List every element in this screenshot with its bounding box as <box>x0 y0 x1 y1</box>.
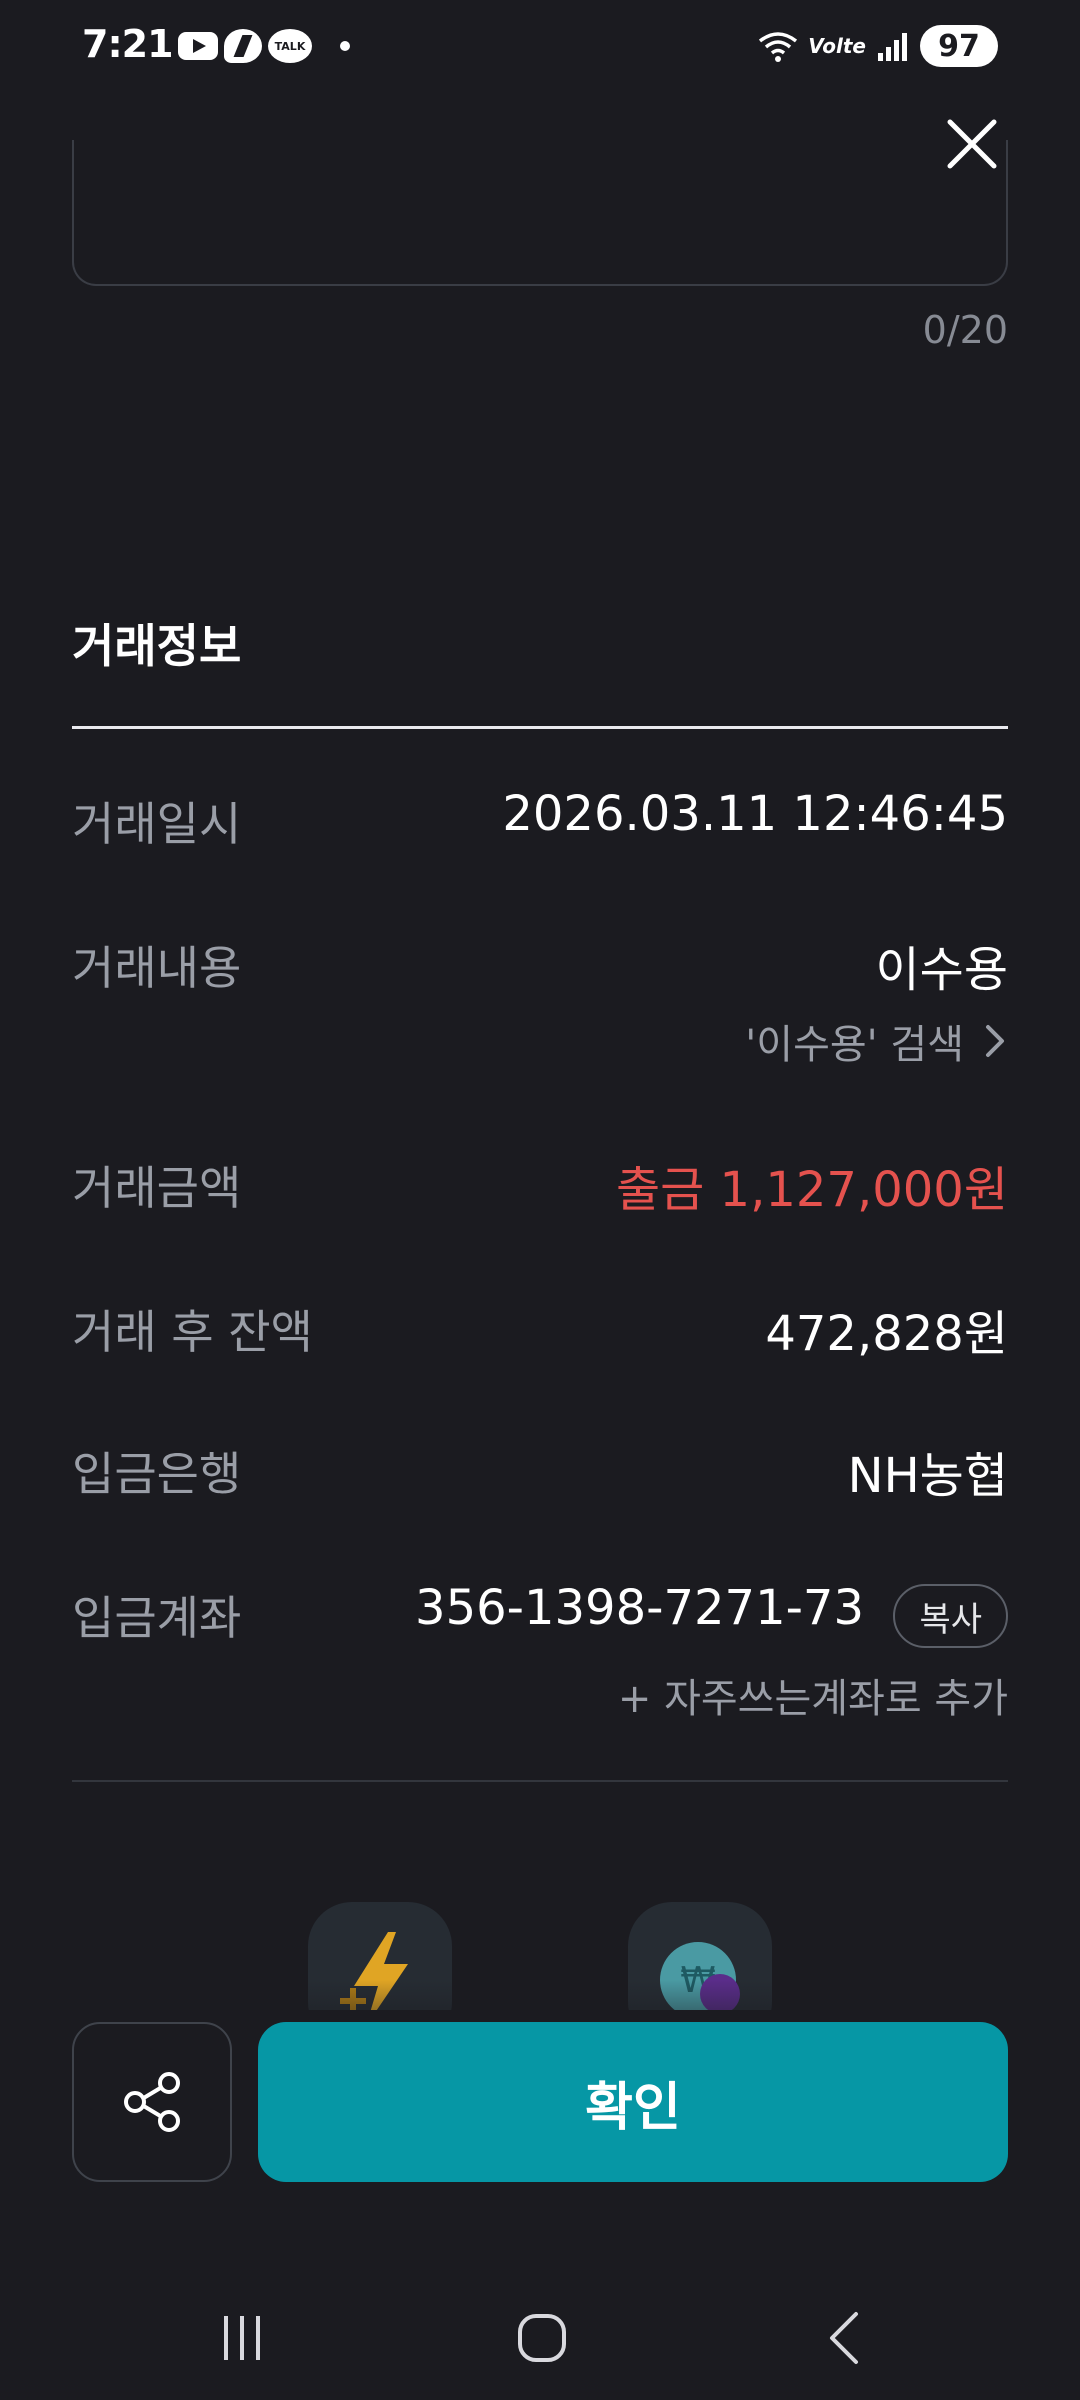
balance-label: 거래 후 잔액 <box>72 1305 313 1359</box>
search-payee-link[interactable]: '이수용' 검색 <box>745 1012 1008 1070</box>
amount-label: 거래금액 <box>72 1161 242 1215</box>
volte-label: Volte <box>808 34 866 58</box>
memo-char-counter: 0/20 <box>922 308 1008 352</box>
account-value: 356-1398-7271-73 <box>415 1580 864 1636</box>
messenger-icon <box>224 29 262 63</box>
copy-account-button[interactable]: 복사 <box>893 1584 1008 1648</box>
status-time: 7:21 <box>82 22 174 66</box>
chevron-right-icon <box>986 1025 1004 1057</box>
status-bar: 7:21 TALK Volte 97 <box>0 0 1080 92</box>
datetime-label: 거래일시 <box>72 797 242 851</box>
notification-dot-icon <box>340 41 350 51</box>
amount-value: 출금 1,127,000원 <box>615 1162 1008 1218</box>
kakaotalk-icon: TALK <box>268 29 312 63</box>
add-frequent-account-link[interactable]: + 자주쓰는계좌로 추가 <box>618 1666 1008 1724</box>
balance-value: 472,828원 <box>765 1306 1008 1362</box>
account-label: 입금계좌 <box>72 1591 242 1645</box>
battery-indicator: 97 <box>920 25 998 67</box>
system-icons: Volte 97 <box>758 24 998 68</box>
signal-icon <box>878 33 907 61</box>
content-divider <box>72 1780 1008 1782</box>
home-icon <box>518 2314 566 2362</box>
recent-apps-button[interactable] <box>202 2298 282 2378</box>
datetime-value: 2026.03.11 12:46:45 <box>502 786 1008 842</box>
search-payee-label: '이수용' 검색 <box>745 1022 964 1068</box>
system-nav-bar <box>0 2270 1080 2400</box>
back-icon <box>830 2312 858 2364</box>
section-title: 거래정보 <box>72 619 242 673</box>
recent-apps-icon <box>224 2316 260 2360</box>
bank-value: NH농협 <box>847 1448 1008 1504</box>
transaction-detail-screen: 7:21 TALK Volte 97 0/20 거래정보 거래일시 2026.0… <box>0 0 1080 2400</box>
notification-icons: TALK <box>178 26 350 66</box>
confirm-button[interactable]: 확인 <box>258 2022 1008 2182</box>
memo-input[interactable] <box>72 140 1008 286</box>
home-button[interactable] <box>502 2298 582 2378</box>
share-button[interactable] <box>72 2022 232 2182</box>
description-label: 거래내용 <box>72 941 242 995</box>
section-divider <box>72 726 1008 729</box>
back-button[interactable] <box>806 2298 886 2378</box>
youtube-icon <box>178 32 218 60</box>
share-icon <box>124 2072 180 2132</box>
description-value: 이수용 <box>875 942 1008 998</box>
bank-label: 입금은행 <box>72 1447 242 1501</box>
wifi-icon <box>759 32 798 62</box>
